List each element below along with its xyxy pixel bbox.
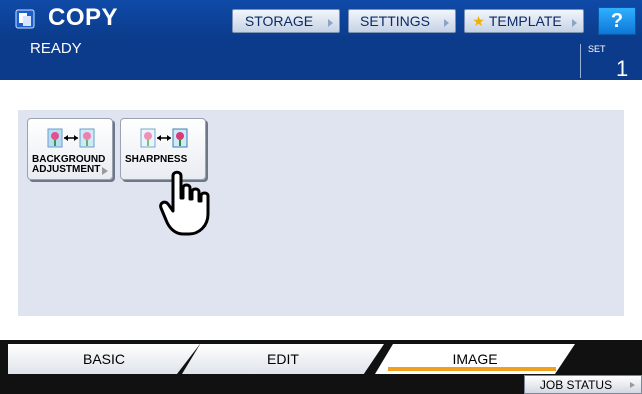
storage-button-label: STORAGE — [244, 13, 314, 29]
help-button-label: ? — [610, 9, 624, 32]
template-button-label: TEMPLATE — [488, 13, 562, 29]
active-tab-indicator — [388, 367, 556, 371]
set-label: SET — [588, 44, 606, 54]
copier-icon — [15, 9, 35, 29]
background-adjustment-label: BACKGROUND ADJUSTMENT — [32, 154, 106, 175]
tab-basic[interactable]: BASIC — [8, 344, 200, 374]
chevron-right-icon — [630, 382, 635, 388]
chevron-right-icon — [444, 19, 449, 27]
header-bar: COPY STORAGE SETTINGS ★ TEMPLATE ? READY… — [0, 0, 642, 81]
image-transform-icon — [47, 128, 95, 148]
template-button[interactable]: ★ TEMPLATE — [464, 9, 584, 33]
chevron-right-icon — [328, 19, 333, 27]
image-transform-icon — [140, 128, 188, 148]
help-button[interactable]: ? — [598, 7, 636, 35]
tab-edit[interactable]: EDIT — [182, 344, 384, 374]
settings-button-label: SETTINGS — [359, 13, 430, 29]
machine-status: READY — [30, 40, 82, 57]
chevron-right-icon — [572, 19, 577, 27]
job-status-label: JOB STATUS — [539, 377, 613, 392]
sharpness-label: SHARPNESS — [125, 154, 188, 165]
tab-edit-label: EDIT — [267, 351, 299, 367]
job-status-button[interactable]: JOB STATUS — [524, 375, 642, 394]
chevron-right-icon — [102, 167, 108, 175]
background-adjustment-button[interactable]: BACKGROUND ADJUSTMENT — [27, 118, 113, 180]
set-divider — [580, 44, 581, 78]
hand-cursor-icon — [159, 170, 210, 236]
app-title: COPY — [48, 4, 119, 31]
set-count: 1 — [616, 56, 629, 81]
settings-button[interactable]: SETTINGS — [348, 9, 456, 33]
storage-button[interactable]: STORAGE — [232, 9, 340, 33]
star-icon: ★ — [472, 12, 485, 29]
tab-image-label: IMAGE — [452, 351, 498, 367]
tab-basic-label: BASIC — [82, 351, 125, 367]
